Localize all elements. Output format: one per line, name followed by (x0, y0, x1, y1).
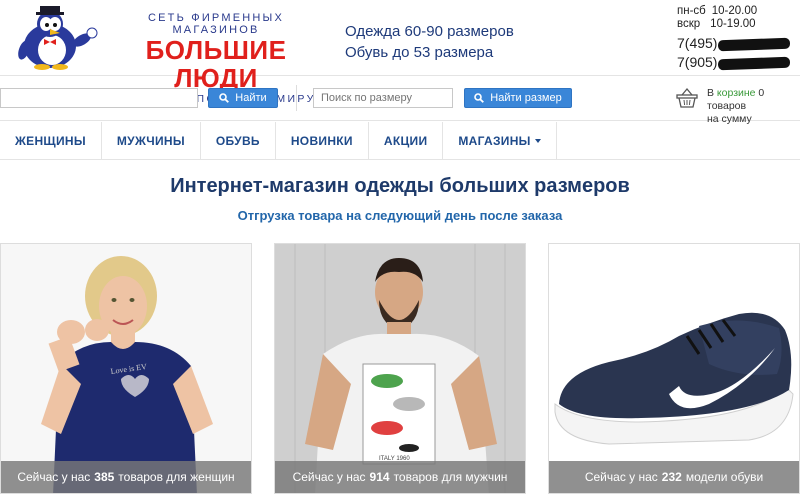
main-nav: ЖЕНЩИНЫ МУЖЧИНЫ ОБУВЬ НОВИНКИ АКЦИИ МАГА… (0, 122, 800, 160)
phone-1[interactable]: 7(495) (677, 34, 791, 53)
category-card-women[interactable]: Love is EV Сейчас у нас 385 товаров для же… (0, 243, 252, 494)
nav-stores[interactable]: МАГАЗИНЫ (443, 122, 557, 160)
woman-photo: Love is EV (1, 244, 251, 493)
card-caption: Сейчас у нас 914 товаров для мужчин (275, 461, 525, 493)
sunday-label: вскр (677, 18, 701, 30)
card-caption-post: товаров для мужчин (393, 470, 508, 484)
divider (296, 85, 297, 111)
tagline-shoes: Обувь до 53 размера (345, 44, 494, 61)
category-card-men[interactable]: ITALY 1960 Сейчас у нас 914 товаров для му… (274, 243, 526, 494)
cart-link[interactable]: корзине (717, 87, 756, 99)
basket-icon[interactable] (676, 87, 698, 109)
nav-women[interactable]: ЖЕНЩИНЫ (0, 122, 102, 160)
tagline-clothes: Одежда 60-90 размеров (345, 23, 514, 40)
penguin-logo[interactable] (10, 6, 100, 70)
nav-men[interactable]: МУЖЧИНЫ (102, 122, 201, 160)
man-photo: ITALY 1960 (275, 244, 525, 493)
phone-numbers: 7(495) 7(905) (677, 34, 791, 72)
card-caption-pre: Сейчас у нас (292, 470, 366, 484)
phone-2[interactable]: 7(905) (677, 53, 791, 72)
search-button-label: Найти (235, 92, 267, 104)
nav-sales[interactable]: АКЦИИ (369, 122, 444, 160)
redacted-number (718, 56, 791, 71)
size-search-input[interactable] (313, 88, 453, 108)
phone-1-prefix: 7(495) (677, 35, 718, 51)
tagline: Одежда 60-90 размеров Обувь до 53 размер… (345, 21, 514, 63)
sneaker-photo (549, 244, 799, 493)
redacted-number (718, 37, 791, 52)
card-caption-pre: Сейчас у нас (584, 470, 658, 484)
card-caption-post: товаров для женщин (118, 470, 235, 484)
card-caption: Сейчас у нас 385 товаров для женщин (1, 461, 251, 493)
size-search-button-label: Найти размер (490, 92, 562, 104)
sunday-time: 10-19.00 (710, 18, 756, 30)
cart-summary: В корзине 0 товаров на сумму (707, 87, 800, 126)
card-count: 385 (94, 470, 115, 484)
search-button[interactable]: Найти (208, 88, 278, 108)
page-title: Интернет-магазин одежды больших размеров (170, 175, 630, 197)
card-count: 232 (661, 470, 682, 484)
caret-down-icon (534, 139, 541, 143)
phone-2-prefix: 7(905) (677, 54, 718, 70)
brand-top-line: СЕТЬ ФИРМЕННЫХ МАГАЗИНОВ (147, 12, 285, 36)
page-subtitle: Отгрузка товара на следующий день после … (237, 208, 563, 223)
card-caption: Сейчас у нас 232 модели обуви (549, 461, 799, 493)
card-caption-pre: Сейчас у нас (17, 470, 91, 484)
search-bar: Найти Найти размер В корзине 0 товаров н… (0, 77, 800, 125)
search-input[interactable] (0, 88, 198, 108)
size-search-button[interactable]: Найти размер (464, 88, 572, 108)
weekdays-time: 10-20.00 (711, 5, 758, 17)
card-caption-post: модели обуви (685, 470, 764, 484)
weekdays-label: пн-сб (677, 5, 706, 17)
nav-new[interactable]: НОВИНКИ (276, 122, 369, 160)
search-icon (219, 93, 230, 103)
site-header: СЕТЬ ФИРМЕННЫХ МАГАЗИНОВ БОЛЬШИЕ ЛЮДИ ДО… (0, 0, 800, 105)
cart-prefix: В (707, 87, 717, 99)
search-icon (474, 93, 485, 103)
opening-hours: пн-сб 10-20.00 вскр 10-19.00 (677, 5, 757, 31)
card-count: 914 (369, 470, 390, 484)
nav-stores-label: МАГАЗИНЫ (458, 134, 531, 148)
category-card-shoes[interactable]: Сейчас у нас 232 модели обуви (548, 243, 800, 494)
nav-shoes[interactable]: ОБУВЬ (201, 122, 276, 160)
